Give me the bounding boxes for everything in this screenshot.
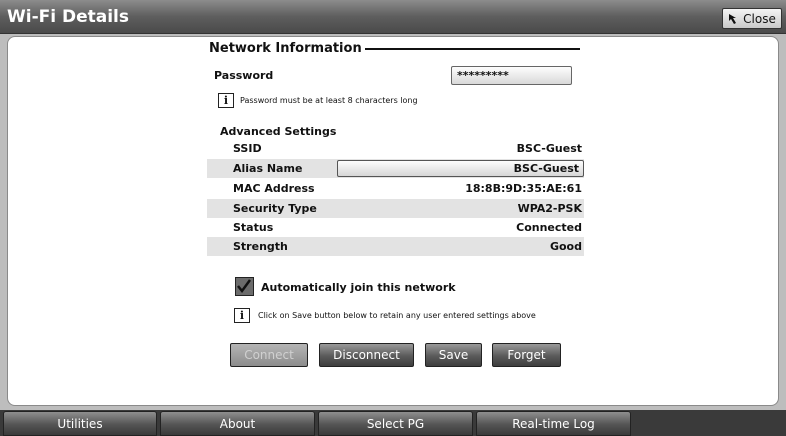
tab-utilities[interactable]: Utilities — [3, 411, 157, 436]
ssid-value: BSC-Guest — [516, 142, 582, 155]
forget-button[interactable]: Forget — [492, 343, 561, 367]
close-label: Close — [743, 11, 776, 26]
mac-value: 18:8B:9D:35:AE:61 — [465, 182, 582, 195]
info-icon: i — [234, 308, 250, 323]
mac-label: MAC Address — [233, 182, 315, 195]
window-title: Wi-Fi Details — [7, 7, 130, 27]
password-hint: Password must be at least 8 characters l… — [240, 96, 418, 105]
auto-join-label: Automatically join this network — [261, 281, 456, 294]
alias-row: Alias Name BSC-Guest — [207, 159, 584, 178]
ssid-label: SSID — [233, 142, 262, 155]
alias-label: Alias Name — [233, 162, 303, 175]
mac-row: MAC Address 18:8B:9D:35:AE:61 — [207, 179, 584, 198]
tab-about[interactable]: About — [160, 411, 315, 436]
status-row: Status Connected — [207, 218, 584, 237]
password-field[interactable]: ********* — [451, 66, 572, 85]
alias-name-field[interactable]: BSC-Guest — [337, 160, 584, 177]
save-hint: Click on Save button below to retain any… — [258, 311, 536, 320]
strength-value: Good — [549, 240, 582, 253]
title-bar: Wi-Fi Details Close — [0, 0, 786, 34]
section-divider — [355, 48, 580, 50]
status-label: Status — [233, 221, 274, 234]
disconnect-button[interactable]: Disconnect — [319, 343, 414, 367]
connect-button[interactable]: Connect — [230, 343, 308, 367]
password-label: Password — [214, 69, 274, 82]
save-button[interactable]: Save — [425, 343, 482, 367]
ssid-row: SSID BSC-Guest — [207, 139, 584, 158]
status-value: Connected — [516, 221, 582, 234]
tab-real-time-log[interactable]: Real-time Log — [476, 411, 631, 436]
security-label: Security Type — [233, 202, 317, 215]
auto-join-checkbox[interactable] — [235, 277, 254, 296]
wifi-details-window: Wi-Fi Details Close Network Information … — [0, 0, 786, 436]
info-icon: i — [218, 93, 234, 108]
advanced-settings-title: Advanced Settings — [220, 125, 337, 138]
arrow-cursor-icon — [728, 13, 740, 25]
checkmark-icon — [236, 279, 252, 298]
close-button[interactable]: Close — [722, 8, 782, 29]
tab-select-pg[interactable]: Select PG — [318, 411, 473, 436]
strength-row: Strength Good — [207, 237, 584, 256]
security-row: Security Type WPA2-PSK — [207, 199, 584, 218]
strength-label: Strength — [233, 240, 288, 253]
section-title: Network Information — [209, 41, 365, 56]
security-value: WPA2-PSK — [517, 202, 582, 215]
